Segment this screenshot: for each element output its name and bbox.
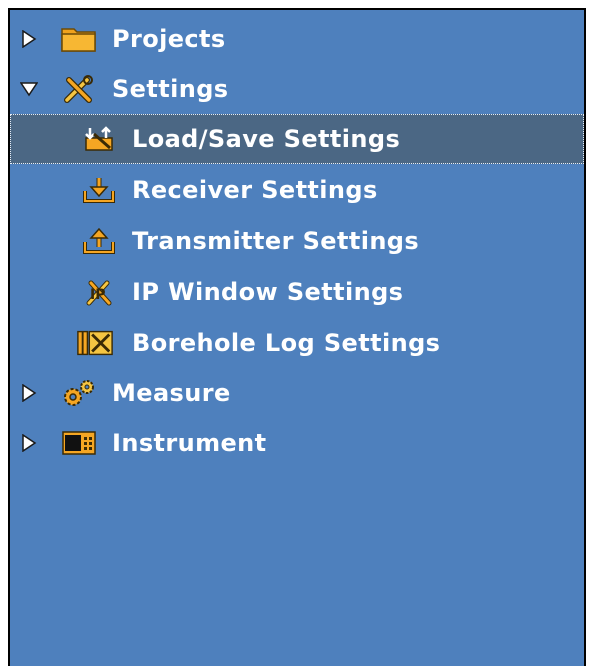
tree-item-label: Measure — [112, 379, 231, 407]
upload-tray-icon — [80, 226, 118, 256]
expand-arrow-icon[interactable] — [20, 30, 38, 48]
collapse-arrow-icon[interactable] — [20, 80, 38, 98]
tree-item-load-save-settings[interactable]: Load/Save Settings — [10, 114, 584, 164]
tree-item-label: Load/Save Settings — [132, 125, 401, 153]
tree-item-instrument[interactable]: Instrument — [10, 418, 584, 468]
expand-arrow-icon[interactable] — [20, 384, 38, 402]
tree-item-label: Transmitter Settings — [132, 227, 420, 255]
gears-icon — [60, 378, 98, 408]
tree-item-label: Borehole Log Settings — [132, 329, 441, 357]
tree-item-measure[interactable]: Measure — [10, 368, 584, 418]
svg-text:IP: IP — [90, 287, 105, 303]
ip-tools-icon: IP — [80, 277, 118, 307]
tree-item-settings[interactable]: Settings — [10, 64, 584, 114]
download-tray-icon — [80, 175, 118, 205]
tree-item-label: Receiver Settings — [132, 176, 378, 204]
tree-item-label: Settings — [112, 75, 229, 103]
expand-arrow-icon[interactable] — [20, 434, 38, 452]
instrument-icon — [60, 428, 98, 458]
tree-item-label: Projects — [112, 25, 226, 53]
tree-item-transmitter-settings[interactable]: Transmitter Settings — [10, 216, 584, 266]
folder-icon — [60, 24, 98, 54]
tree-item-borehole-log-settings[interactable]: Borehole Log Settings — [10, 318, 584, 368]
tree-item-label: IP Window Settings — [132, 278, 404, 306]
tree-item-label: Instrument — [112, 429, 267, 457]
borehole-tools-icon — [76, 328, 114, 358]
navigation-tree: Projects Settings Load/Save Settings Rec… — [8, 8, 586, 666]
tree-item-ip-window-settings[interactable]: IP IP Window Settings — [10, 267, 584, 317]
tools-icon — [60, 74, 98, 104]
tree-item-projects[interactable]: Projects — [10, 14, 584, 64]
tree-item-receiver-settings[interactable]: Receiver Settings — [10, 165, 584, 215]
load-save-icon — [80, 124, 118, 154]
